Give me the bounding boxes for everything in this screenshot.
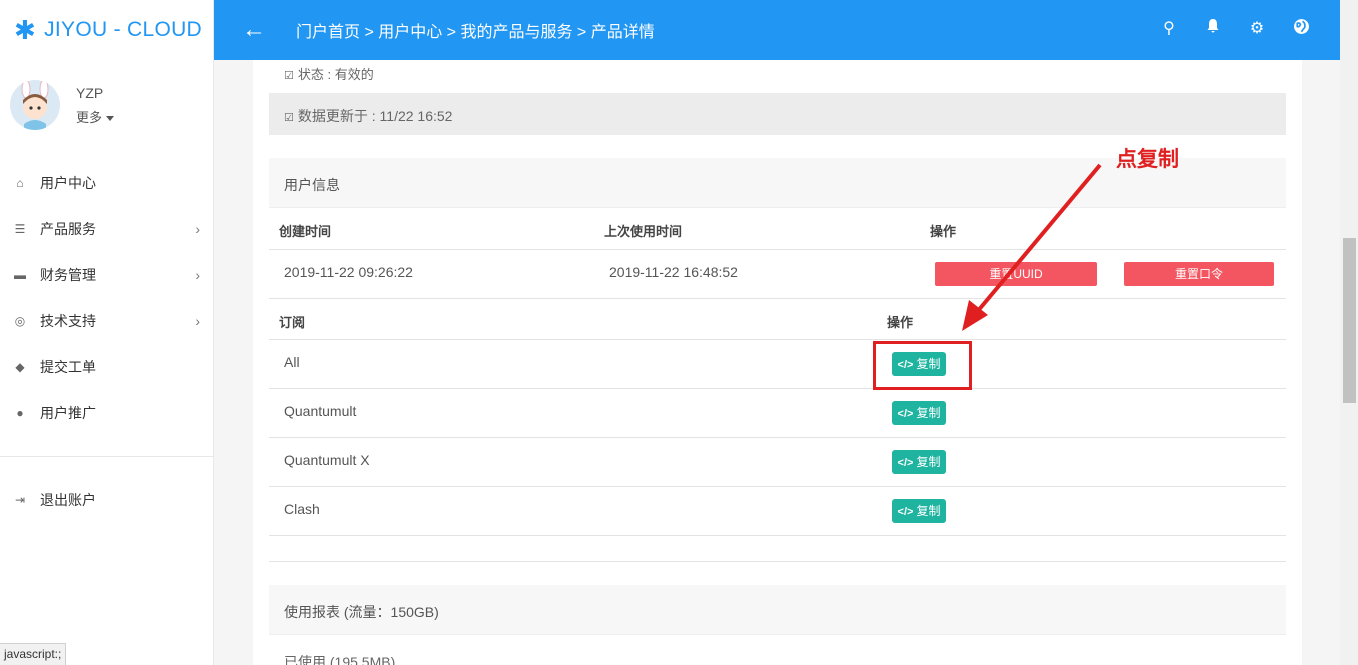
card-icon: ▬ <box>14 268 26 282</box>
caret-down-icon <box>106 115 115 121</box>
tag-icon: ◆ <box>15 360 25 374</box>
globe-icon[interactable] <box>1292 18 1310 40</box>
subscription-row: Clash </> 复制 <box>269 487 1286 536</box>
avatar[interactable] <box>10 80 60 130</box>
user-panel: YZP 更多 <box>10 80 115 130</box>
check-square-icon: ☑ <box>284 112 294 124</box>
sidebar-item-logout[interactable]: ⇥ 退出账户 <box>0 477 214 523</box>
sidebar-item-products[interactable]: ☰ 产品服务 › <box>0 206 214 252</box>
status-text: 状态 : 有效的 <box>297 67 374 82</box>
subscription-name: Clash <box>284 501 320 517</box>
user-info-row: 2019-11-22 09:26:22 2019-11-22 16:48:52 … <box>269 250 1286 299</box>
brand-logo-icon: ✱ <box>14 15 37 45</box>
sidebar-item-label: 退出账户 <box>40 492 96 508</box>
top-bar: ← 门户首页 > 用户中心 > 我的产品与服务 > 产品详情 ⚲ ⚙ <box>214 0 1340 60</box>
action-header: 操作 <box>930 224 957 239</box>
code-icon: </> <box>897 408 914 420</box>
status-line: ☑ 状态 : 有效的 <box>284 64 374 83</box>
home-icon: ⌂ <box>16 176 24 190</box>
user-more-label: 更多 <box>76 109 103 125</box>
browser-status-bar: javascript:; <box>0 643 67 665</box>
sidebar-item-label: 提交工单 <box>40 359 96 375</box>
gear-icon[interactable]: ⚙ <box>1248 18 1266 40</box>
sidebar: ✱ JIYOU - CLOUD YZP 更多 ⌂ 用户中心 ☰ 产品服务 › ▬… <box>0 0 214 665</box>
sidebar-divider <box>0 456 213 457</box>
sidebar-item-label: 用户推广 <box>40 405 96 421</box>
search-icon[interactable]: ⚲ <box>1160 18 1178 40</box>
subscription-row: All </> 复制 <box>269 340 1286 389</box>
copy-label: 复制 <box>916 504 941 518</box>
update-time-box: ☑ 数据更新于 : 11/22 16:52 <box>269 93 1286 135</box>
sidebar-item-support[interactable]: ◎ 技术支持 › <box>0 298 214 344</box>
last-used-time: 2019-11-22 16:48:52 <box>609 264 738 280</box>
top-icons: ⚲ ⚙ <box>1160 18 1310 40</box>
copy-label: 复制 <box>916 455 941 469</box>
avatar-image-icon <box>10 80 60 130</box>
info-icon: ● <box>16 406 24 420</box>
subscription-row: Quantumult X </> 复制 <box>269 438 1286 487</box>
sidebar-item-label: 用户中心 <box>40 175 96 191</box>
back-arrow-icon[interactable]: ← <box>242 16 266 44</box>
scrollbar-thumb[interactable] <box>1343 238 1356 403</box>
copy-button-quantumult-x[interactable]: </> 复制 <box>892 450 946 474</box>
server-icon: ☰ <box>14 222 26 236</box>
breadcrumb: 门户首页 > 用户中心 > 我的产品与服务 > 产品详情 <box>296 24 655 41</box>
copy-button-quantumult[interactable]: </> 复制 <box>892 401 946 425</box>
subscription-name: Quantumult X <box>284 452 370 468</box>
usage-title: 使用报表 (流量：150GB) <box>269 585 1286 635</box>
usage-card: 使用报表 (流量：150GB) 已使用 (195.5MB) <box>269 585 1286 665</box>
update-time-text: 数据更新于 : 11/22 16:52 <box>297 108 453 124</box>
created-time: 2019-11-22 09:26:22 <box>284 264 413 280</box>
bell-icon[interactable] <box>1204 18 1222 40</box>
sidebar-item-label: 产品服务 <box>40 221 96 237</box>
code-icon: </> <box>897 457 914 469</box>
subscription-name: All <box>284 354 300 370</box>
signout-icon: ⇥ <box>14 493 26 507</box>
annotation-highlight-box <box>873 341 972 390</box>
card-footer <box>269 536 1286 562</box>
check-square-icon: ☑ <box>284 70 294 82</box>
sidebar-item-label: 财务管理 <box>40 267 96 283</box>
chevron-right-icon: › <box>195 313 200 329</box>
scrollbar[interactable] <box>1340 0 1358 665</box>
last-used-header: 上次使用时间 <box>604 224 683 239</box>
brand[interactable]: ✱ JIYOU - CLOUD <box>0 0 213 60</box>
copy-button-clash[interactable]: </> 复制 <box>892 499 946 523</box>
sidebar-nav: ⌂ 用户中心 ☰ 产品服务 › ▬ 财务管理 › ◎ 技术支持 › ◆ 提交工单… <box>0 160 214 436</box>
user-info-header-row: 创建时间 上次使用时间 操作 <box>269 208 1286 250</box>
sidebar-item-referral[interactable]: ● 用户推广 <box>0 390 214 436</box>
user-name: YZP <box>76 84 104 101</box>
subscription-header-row: 订阅 操作 <box>269 299 1286 340</box>
subscription-name: Quantumult <box>284 403 357 419</box>
sidebar-item-user-center[interactable]: ⌂ 用户中心 <box>0 160 214 206</box>
reset-password-button[interactable]: 重置口令 <box>1124 262 1274 286</box>
user-more-dropdown[interactable]: 更多 <box>76 107 115 126</box>
sidebar-item-label: 技术支持 <box>40 313 96 329</box>
lifebuoy-icon: ◎ <box>14 314 26 328</box>
created-header: 创建时间 <box>279 224 332 239</box>
subscription-row: Quantumult </> 复制 <box>269 389 1286 438</box>
subscribe-header: 订阅 <box>279 315 306 330</box>
user-info-card: 用户信息 创建时间 上次使用时间 操作 2019-11-22 09:26:22 … <box>269 158 1286 562</box>
sidebar-item-finance[interactable]: ▬ 财务管理 › <box>0 252 214 298</box>
chevron-right-icon: › <box>195 267 200 283</box>
annotation-label: 点复制 <box>1116 148 1179 171</box>
usage-used: 已使用 (195.5MB) <box>284 654 396 665</box>
chevron-right-icon: › <box>195 221 200 237</box>
reset-uuid-button[interactable]: 重置UUID <box>935 262 1097 286</box>
copy-label: 复制 <box>916 406 941 420</box>
brand-name: JIYOU - CLOUD <box>44 18 203 41</box>
code-icon: </> <box>897 506 914 518</box>
subscribe-action-header: 操作 <box>887 315 914 330</box>
sidebar-item-ticket[interactable]: ◆ 提交工单 <box>0 344 214 390</box>
